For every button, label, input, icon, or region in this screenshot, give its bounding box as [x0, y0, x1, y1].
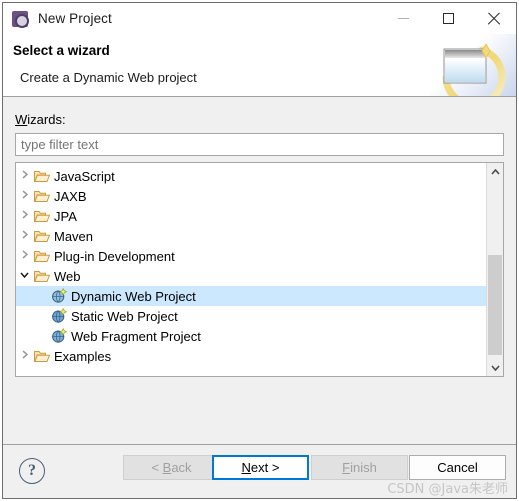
tree-item-label: Maven — [54, 228, 94, 244]
maximize-icon — [443, 12, 454, 24]
button-prefix: < — [151, 460, 163, 475]
web-fragment-project-icon — [50, 328, 68, 344]
minimize-button[interactable] — [381, 3, 426, 33]
tree-item-jpa[interactable]: JPA — [16, 206, 486, 226]
scroll-down-button[interactable] — [487, 359, 503, 376]
tree-item-label: Web — [54, 268, 81, 284]
wizards-tree-panel: JavaScript JAXB JPA Maven Plug-in Developmen… — [15, 162, 504, 377]
tree-item-label: Static Web Project — [71, 308, 178, 324]
finish-button: Finish — [311, 455, 408, 480]
tree-item-label: Web Fragment Project — [71, 328, 201, 344]
tree-item-dynamic-web-project[interactable]: Dynamic Web Project — [16, 286, 486, 306]
dialog-header: Select a wizard Create a Dynamic Web pro… — [3, 34, 516, 97]
folder-icon — [33, 348, 51, 364]
tree-item-examples[interactable]: Examples — [16, 346, 486, 366]
watermark: CSDN @Java朱老师 — [387, 482, 508, 497]
new-web-project-banner — [430, 34, 516, 96]
button-mnemonic: N — [241, 460, 251, 475]
button-mnemonic: B — [162, 460, 172, 475]
next-button[interactable]: Next > — [212, 455, 309, 480]
chevron-right-icon[interactable] — [16, 210, 33, 222]
cancel-button[interactable]: Cancel — [409, 455, 506, 480]
button-suffix: > — [268, 460, 280, 475]
scroll-up-button[interactable] — [487, 163, 503, 180]
scrollbar-thumb[interactable] — [488, 255, 502, 355]
help-icon[interactable]: ? — [19, 458, 45, 484]
tree-item-web[interactable]: Web — [16, 266, 486, 286]
tree-item-web-fragment-project[interactable]: Web Fragment Project — [16, 326, 486, 346]
folder-icon — [33, 248, 51, 264]
wizards-label-rest: izards: — [27, 112, 66, 127]
dialog-body: Wizards: JavaScript JAXB JPA Maven Plug-in D… — [3, 97, 516, 444]
chevron-right-icon[interactable] — [16, 190, 33, 202]
wizards-label: Wizards: — [15, 112, 66, 127]
tree-item-plug-in-development[interactable]: Plug-in Development — [16, 246, 486, 266]
page-subtitle: Create a Dynamic Web project — [20, 70, 197, 85]
button-label: ack — [171, 460, 192, 475]
chevron-right-icon[interactable] — [16, 350, 33, 362]
tree-item-jaxb[interactable]: JAXB — [16, 186, 486, 206]
wizards-label-mnemonic: W — [15, 112, 28, 127]
folder-icon — [33, 228, 51, 244]
dynamic-web-project-icon — [50, 288, 68, 304]
chevron-right-icon[interactable] — [16, 230, 33, 242]
folder-icon — [33, 268, 51, 284]
filter-input[interactable] — [15, 133, 504, 156]
chevron-right-icon[interactable] — [16, 250, 33, 262]
folder-icon — [33, 208, 51, 224]
tree-item-label: JavaScript — [54, 168, 115, 184]
title-bar: New Project — [3, 3, 516, 34]
tree-item-maven[interactable]: Maven — [16, 226, 486, 246]
button-label: Cancel — [437, 460, 478, 475]
chevron-down-icon[interactable] — [16, 271, 33, 281]
tree-item-javascript[interactable]: JavaScript — [16, 166, 486, 186]
eclipse-wizard-icon — [12, 10, 29, 28]
new-project-dialog: New Project Select a wizard Create a Dyn… — [2, 2, 517, 499]
tree-item-label: Examples — [54, 348, 112, 364]
static-web-project-icon — [50, 308, 68, 324]
maximize-button[interactable] — [426, 3, 471, 33]
back-button: < Back — [123, 455, 220, 480]
tree-item-label: Dynamic Web Project — [71, 288, 196, 304]
tree-item-static-web-project[interactable]: Static Web Project — [16, 306, 486, 326]
tree-item-label: Plug-in Development — [54, 248, 175, 264]
wizards-tree[interactable]: JavaScript JAXB JPA Maven Plug-in Developmen… — [16, 163, 486, 376]
button-label: ext — [250, 460, 269, 475]
window-title: New Project — [38, 11, 112, 26]
button-label: inish — [350, 460, 377, 475]
button-mnemonic: F — [342, 460, 351, 475]
folder-icon — [33, 188, 51, 204]
folder-icon — [33, 168, 51, 184]
chevron-right-icon[interactable] — [16, 170, 33, 182]
tree-item-label: JPA — [54, 208, 77, 224]
close-icon — [487, 12, 500, 25]
close-button[interactable] — [471, 3, 516, 33]
tree-item-label: JAXB — [54, 188, 87, 204]
page-title: Select a wizard — [13, 43, 110, 58]
minimize-icon — [398, 17, 409, 19]
tree-vertical-scrollbar[interactable] — [486, 163, 503, 376]
